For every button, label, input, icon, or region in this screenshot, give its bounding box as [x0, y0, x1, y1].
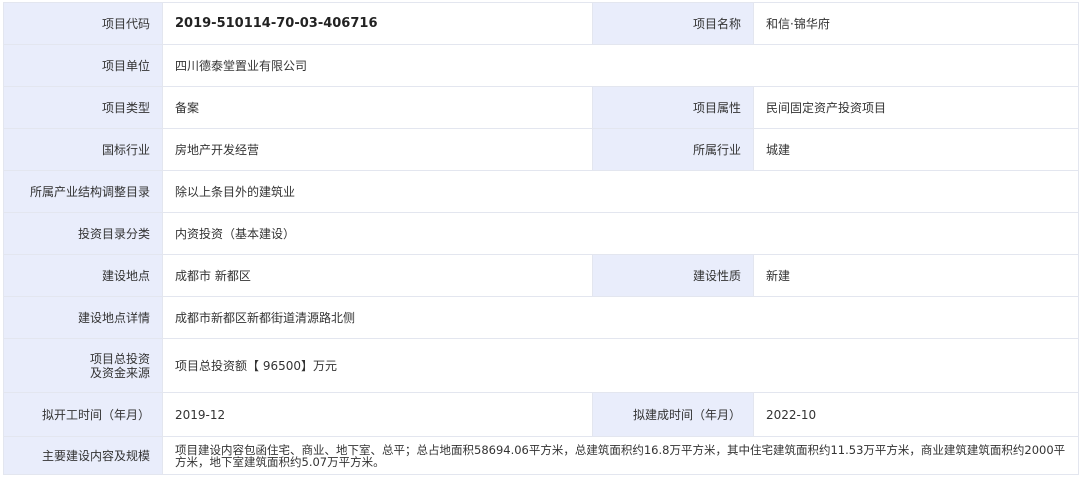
planned-start-label: 拟开工时间（年月）	[3, 392, 163, 437]
industry-catalog-label: 所属产业结构调整目录	[3, 170, 163, 213]
table-row: 建设地点 成都市 新都区 建设性质 新建	[3, 254, 1079, 297]
project-unit-value: 四川德泰堂置业有限公司	[162, 44, 1079, 87]
table-row: 投资目录分类 内资投资（基本建设）	[3, 212, 1079, 255]
table-row: 国标行业 房地产开发经营 所属行业 城建	[3, 128, 1079, 171]
table-row: 建设地点详情 成都市新都区新都街道清源路北侧	[3, 296, 1079, 339]
table-row: 项目类型 备案 项目属性 民间固定资产投资项目	[3, 86, 1079, 129]
planned-start-value: 2019-12	[162, 392, 593, 437]
project-code-label: 项目代码	[3, 2, 163, 45]
investment-catalog-value: 内资投资（基本建设）	[162, 212, 1079, 255]
project-code-value: 2019-510114-70-03-406716	[162, 2, 593, 45]
project-name-value: 和信·锦华府	[753, 2, 1079, 45]
main-content-label: 主要建设内容及规模	[3, 436, 163, 475]
project-info-table: 项目代码 2019-510114-70-03-406716 项目名称 和信·锦华…	[3, 2, 1079, 475]
industry-value: 城建	[753, 128, 1079, 171]
construction-site-value: 成都市 新都区	[162, 254, 593, 297]
total-investment-label-line1: 项目总投资	[89, 351, 150, 366]
table-row: 项目代码 2019-510114-70-03-406716 项目名称 和信·锦华…	[3, 2, 1079, 45]
planned-completion-value: 2022-10	[753, 392, 1079, 437]
main-content-value: 项目建设内容包函住宅、商业、地下室、总平；总占地面积58694.06平方米，总建…	[162, 436, 1079, 475]
site-detail-label: 建设地点详情	[3, 296, 163, 339]
construction-nature-label: 建设性质	[592, 254, 754, 297]
national-industry-label: 国标行业	[3, 128, 163, 171]
table-row: 主要建设内容及规模 项目建设内容包函住宅、商业、地下室、总平；总占地面积5869…	[3, 436, 1079, 475]
project-type-label: 项目类型	[3, 86, 163, 129]
site-detail-value: 成都市新都区新都街道清源路北侧	[162, 296, 1079, 339]
investment-catalog-label: 投资目录分类	[3, 212, 163, 255]
national-industry-value: 房地产开发经营	[162, 128, 593, 171]
construction-site-label: 建设地点	[3, 254, 163, 297]
table-row: 拟开工时间（年月） 2019-12 拟建成时间（年月） 2022-10	[3, 392, 1079, 437]
project-attribute-value: 民间固定资产投资项目	[753, 86, 1079, 129]
table-row: 项目总投资 及资金来源 项目总投资额【 96500】万元	[3, 338, 1079, 393]
construction-nature-value: 新建	[753, 254, 1079, 297]
planned-completion-label: 拟建成时间（年月）	[592, 392, 754, 437]
industry-catalog-value: 除以上条目外的建筑业	[162, 170, 1079, 213]
table-row: 项目单位 四川德泰堂置业有限公司	[3, 44, 1079, 87]
project-attribute-label: 项目属性	[592, 86, 754, 129]
industry-label: 所属行业	[592, 128, 754, 171]
total-investment-label-line2: 及资金来源	[89, 365, 150, 380]
project-name-label: 项目名称	[592, 2, 754, 45]
project-unit-label: 项目单位	[3, 44, 163, 87]
total-investment-value: 项目总投资额【 96500】万元	[162, 338, 1079, 393]
project-type-value: 备案	[162, 86, 593, 129]
total-investment-label: 项目总投资 及资金来源	[3, 338, 163, 393]
table-row: 所属产业结构调整目录 除以上条目外的建筑业	[3, 170, 1079, 213]
